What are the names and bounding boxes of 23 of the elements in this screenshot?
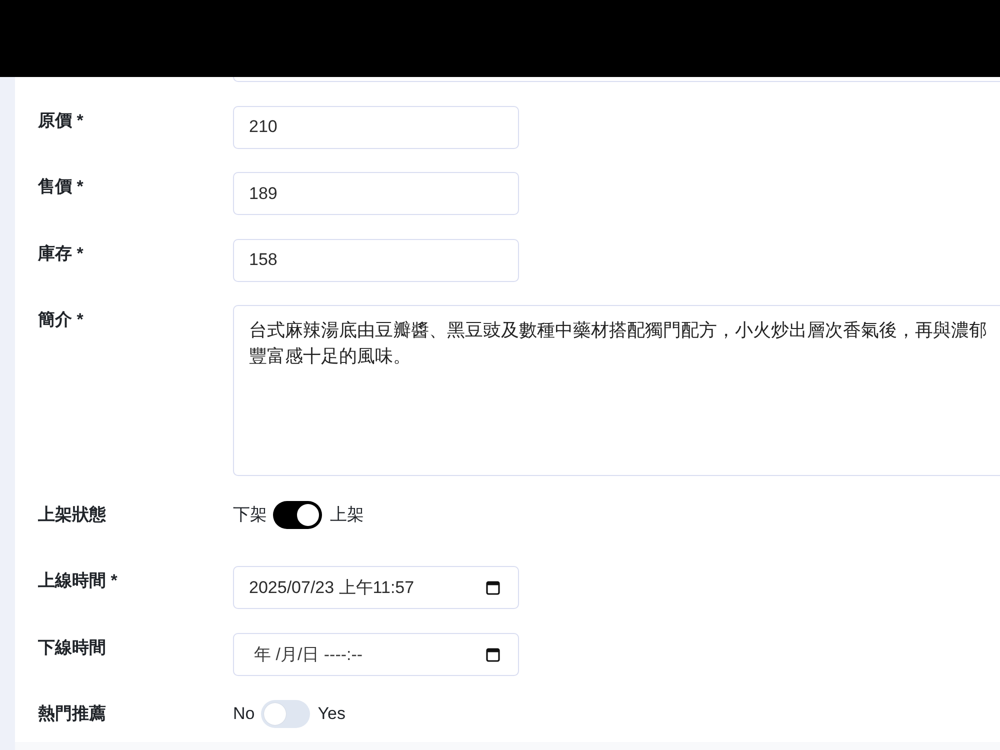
switch-label: Yes [318,703,346,725]
field-label: 熱門推薦 [38,703,107,725]
field-label: 原價 * [38,110,84,132]
toggle-switch[interactable] [260,700,310,728]
field-label: 簡介 * [38,309,84,331]
description-textarea[interactable]: 台式麻辣湯底由豆瓣醬、黑豆豉及數種中藥材搭配獨門配方，小火炒出層次香氣後，再與濃郁 豐富感十足的風味。 [233,305,1000,476]
calendar-icon[interactable] [486,580,500,595]
datetime-input[interactable]: 2025/07/23 上午11:57 [233,566,519,609]
toggle-switch[interactable] [273,500,322,528]
input-field[interactable] [233,77,1000,82]
text-input[interactable]: 189 [233,172,519,215]
field-label: 上架狀態 [38,504,107,526]
field-label: 上線時間 * [38,570,118,592]
datetime-input[interactable]: 年 /月/日 ----:-- [233,632,519,676]
field-label: 售價 * [38,176,84,198]
field-label: 下線時間 [38,636,107,658]
switch-label: 下架 [233,504,267,526]
field-label: 庫存 * [38,242,84,264]
text-input[interactable]: 158 [233,238,519,282]
calendar-icon[interactable] [486,646,500,662]
switch-label: 上架 [330,504,364,526]
switch-label: No [233,703,255,725]
text-input[interactable]: 210 [233,106,519,148]
